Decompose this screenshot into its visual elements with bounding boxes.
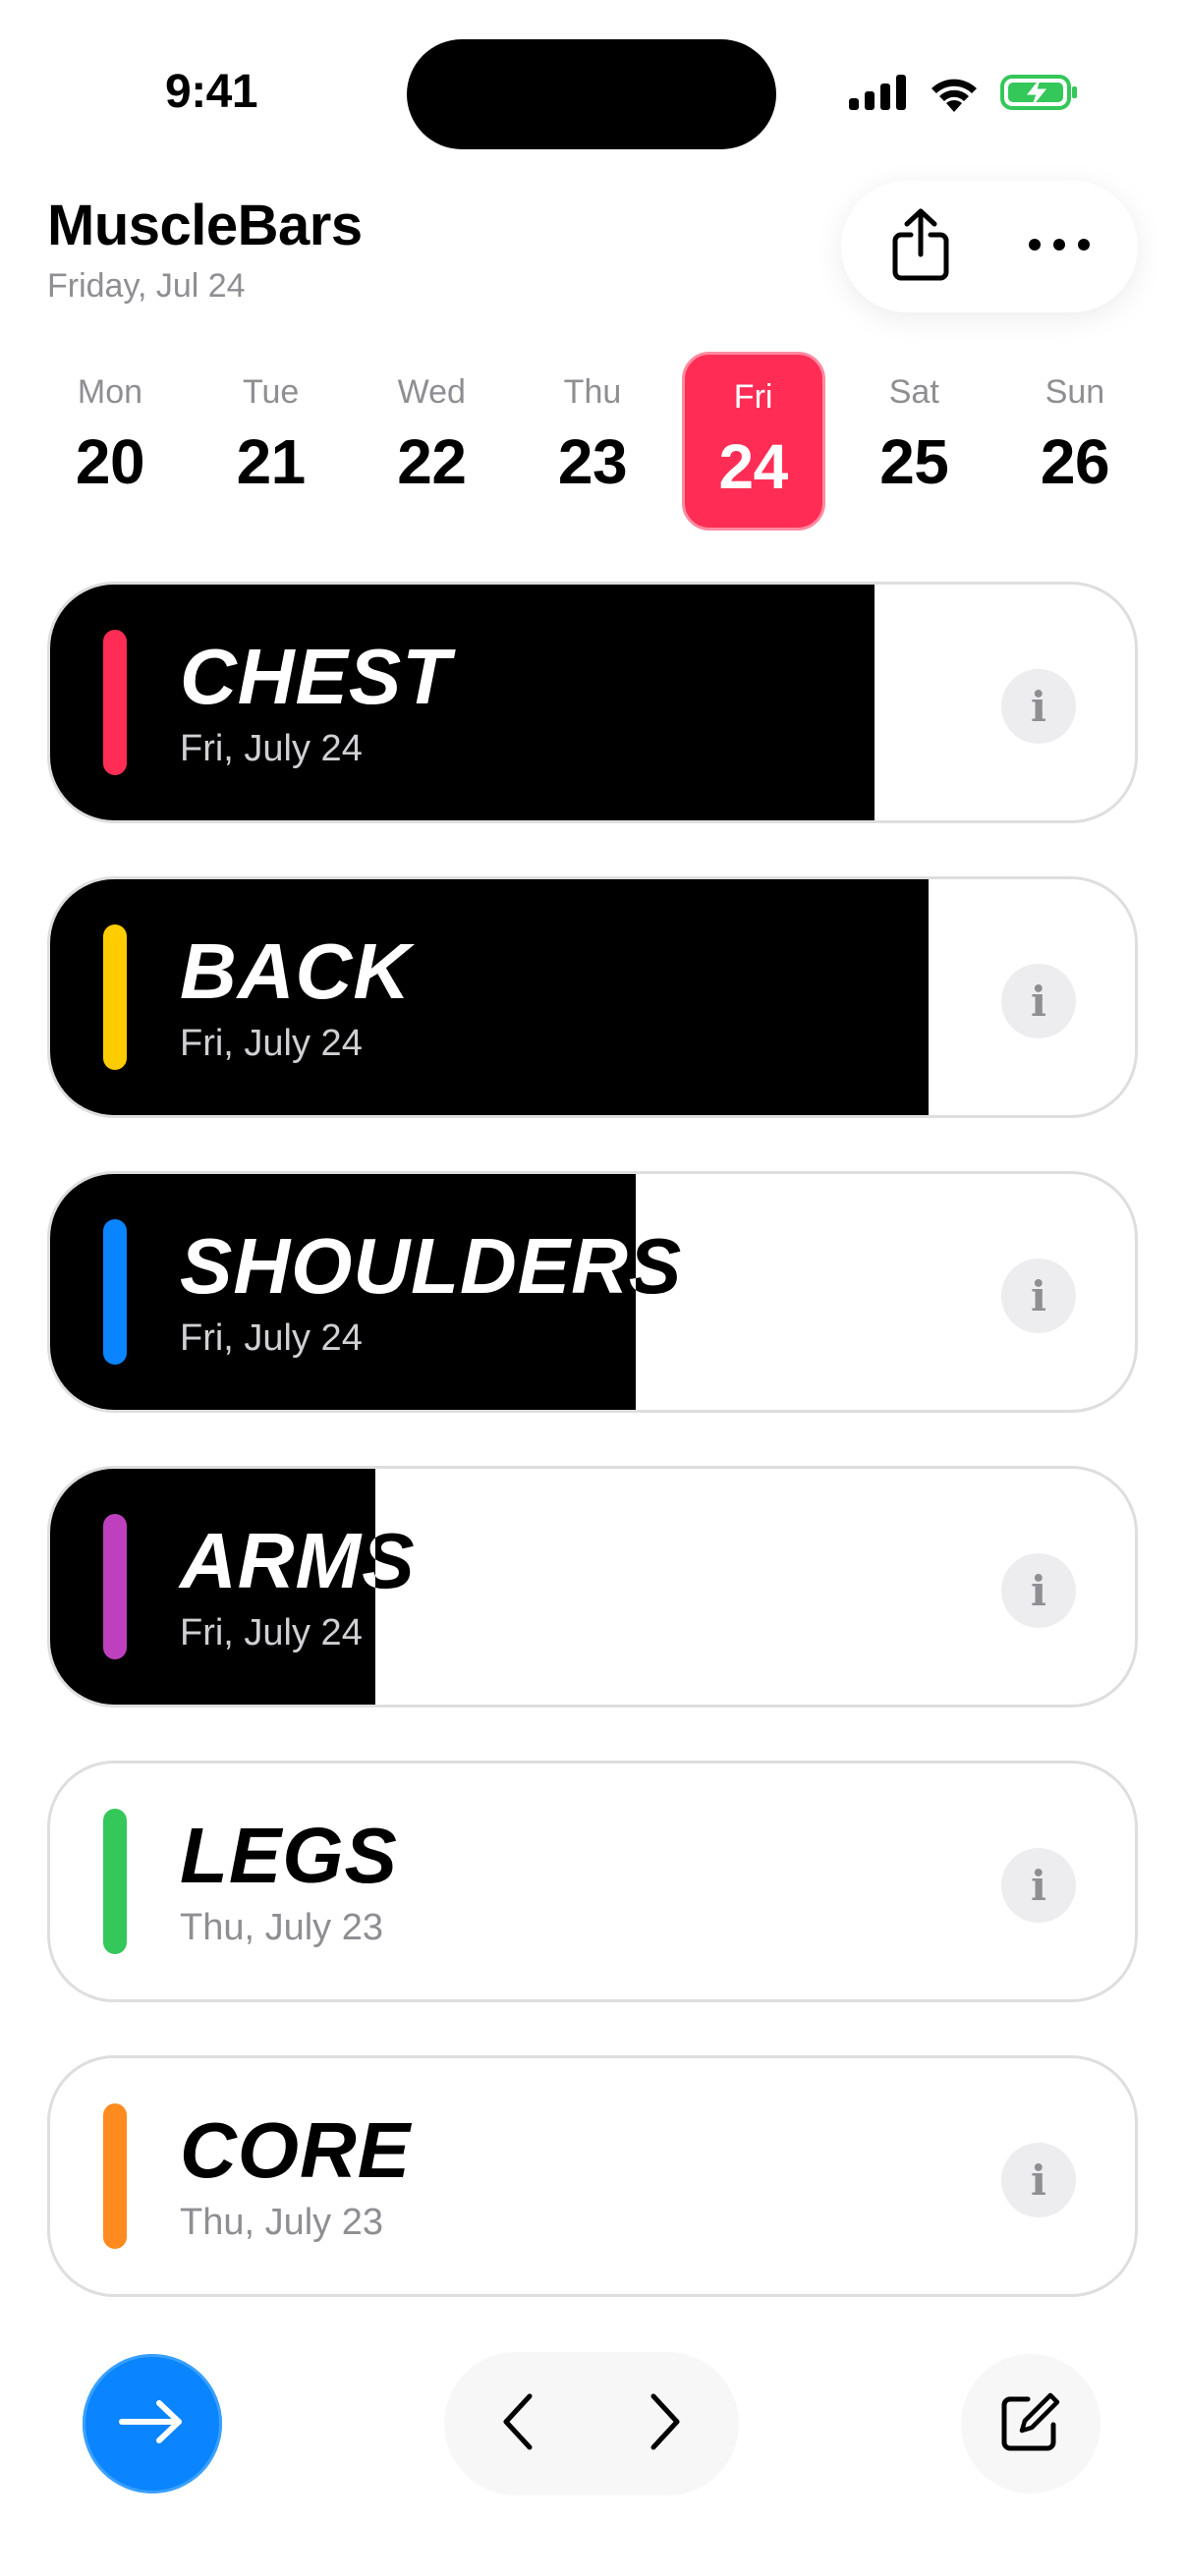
compose-icon <box>998 2389 1063 2459</box>
info-icon[interactable]: i <box>1001 1259 1076 1333</box>
day-fri[interactable]: Fri 24 <box>681 352 825 531</box>
muscle-text: LEGS Thu, July 23 <box>50 1764 1135 1999</box>
day-sat[interactable]: Sat 25 <box>839 350 988 529</box>
day-tue[interactable]: Tue 21 <box>197 350 346 529</box>
day-number: 20 <box>75 426 145 497</box>
muscle-last-date-overlay: Fri, July 24 <box>180 728 363 769</box>
day-name: Fri <box>733 378 773 416</box>
more-button[interactable] <box>1010 197 1108 296</box>
day-mon[interactable]: Mon 20 <box>35 350 185 529</box>
info-icon[interactable]: i <box>1001 964 1076 1038</box>
share-icon <box>889 207 952 287</box>
muscle-name-overlay: BACK <box>180 927 412 1015</box>
info-icon[interactable]: i <box>1001 2143 1076 2217</box>
muscle-last-date-overlay: Fri, July 24 <box>180 1317 363 1359</box>
muscle-row-chest[interactable]: CHESTFri, July 24CHESTFri, July 24i <box>47 582 1138 823</box>
day-sun[interactable]: Sun 26 <box>1000 350 1150 529</box>
muscle-name-overlay: SHOULDERS <box>180 1222 683 1310</box>
start-workout-button[interactable] <box>83 2354 222 2493</box>
day-name: Tue <box>242 373 300 411</box>
day-name: Sat <box>888 373 939 411</box>
muscle-row-arms[interactable]: ARMSFri, July 24ARMSFri, July 24i <box>47 1466 1138 1708</box>
day-number: 23 <box>557 426 628 497</box>
muscle-last-date: Thu, July 23 <box>180 1907 383 1948</box>
chevron-right-icon <box>648 2392 683 2456</box>
chevron-left-icon <box>500 2392 536 2456</box>
day-number: 24 <box>718 431 789 502</box>
muscle-row-legs[interactable]: LEGS Thu, July 23 i <box>47 1761 1138 2002</box>
previous-day-button[interactable] <box>469 2375 567 2473</box>
header-actions <box>841 181 1138 312</box>
app-title: MuscleBars <box>47 194 363 257</box>
status-icons <box>849 73 1079 117</box>
day-number: 25 <box>879 426 949 497</box>
muscle-list: CHESTFri, July 24CHESTFri, July 24iBACKF… <box>47 582 1138 2350</box>
muscle-name: CORE <box>180 2106 412 2194</box>
day-name: Wed <box>397 373 466 411</box>
day-number: 26 <box>1040 426 1110 497</box>
day-number: 21 <box>236 426 307 497</box>
muscle-row-core[interactable]: CORE Thu, July 23 i <box>47 2055 1138 2297</box>
info-icon[interactable]: i <box>1001 1553 1076 1628</box>
day-number: 22 <box>397 426 467 497</box>
muscle-row-back[interactable]: BACKFri, July 24BACKFri, July 24i <box>47 876 1138 1118</box>
share-button[interactable] <box>872 197 970 296</box>
day-wed[interactable]: Wed 22 <box>357 350 506 529</box>
wifi-icon <box>928 73 981 117</box>
arrow-right-icon <box>118 2397 187 2451</box>
more-icon <box>1028 238 1091 256</box>
muscle-name-overlay: CHEST <box>180 633 452 720</box>
battery-charging-icon <box>1000 73 1079 117</box>
status-time: 9:41 <box>165 66 258 118</box>
muscle-last-date: Thu, July 23 <box>180 2202 383 2243</box>
day-name: Sun <box>1044 373 1105 411</box>
day-thu[interactable]: Thu 23 <box>518 350 667 529</box>
cellular-signal-icon <box>849 75 908 115</box>
info-icon[interactable]: i <box>1001 669 1076 744</box>
compose-button[interactable] <box>961 2354 1100 2493</box>
next-day-button[interactable] <box>616 2375 714 2473</box>
week-strip: Mon 20 Tue 21 Wed 22 Thu 23 Fri 24 Sat 25 Sun 26 <box>35 350 1150 532</box>
day-name: Mon <box>77 373 143 411</box>
info-icon[interactable]: i <box>1001 1848 1076 1923</box>
muscle-text: CORE Thu, July 23 <box>50 2058 1135 2294</box>
dynamic-island <box>407 39 776 149</box>
muscle-name: LEGS <box>180 1812 398 1899</box>
day-name: Thu <box>563 373 622 411</box>
muscle-row-shoulders[interactable]: SHOULDERSFri, July 24SHOULDERSFri, July … <box>47 1171 1138 1413</box>
day-navigation <box>444 2352 739 2495</box>
current-date: Friday, Jul 24 <box>47 267 246 305</box>
muscle-last-date-overlay: Fri, July 24 <box>180 1023 363 1064</box>
